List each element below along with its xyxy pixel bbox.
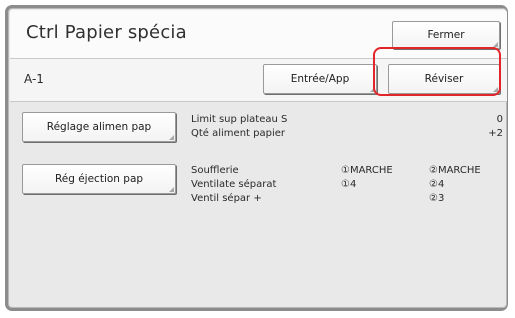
feed-item-label: Limit sup plateau S: [191, 114, 288, 125]
paper-feed-adjust-button[interactable]: Réglage alimen pap: [22, 112, 176, 142]
eject-item-label: Soufflerie: [191, 165, 239, 176]
feed-item-label: Qté aliment papier: [191, 128, 286, 139]
eject-item-label: Ventil sépar +: [191, 193, 262, 204]
separator-fan-plus-value-2: ②3: [429, 193, 445, 204]
paper-eject-adjust-button[interactable]: Rég éjection pap: [22, 164, 176, 194]
feed-item-value: 0: [496, 114, 503, 125]
profile-label: A-1: [24, 72, 44, 86]
separator-fan-value-2: ②4: [429, 179, 445, 190]
blower-value-1: ①MARCHE: [341, 165, 393, 176]
close-button[interactable]: Fermer: [392, 21, 500, 49]
feed-item-value: +2: [488, 128, 503, 139]
blower-value-2: ②MARCHE: [429, 165, 481, 176]
revise-highlight-callout: [373, 47, 501, 96]
page-title: Ctrl Papier spécia: [26, 22, 187, 43]
eject-item-label: Ventilate séparat: [191, 179, 277, 190]
separator-fan-value-1: ①4: [341, 179, 357, 190]
entry-app-button[interactable]: Entrée/App: [263, 64, 377, 94]
